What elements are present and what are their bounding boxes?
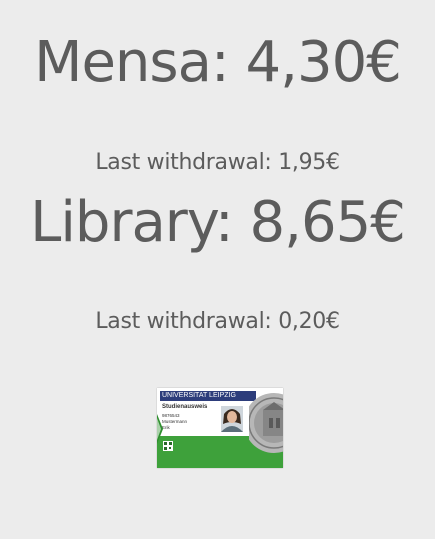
card-seal-icon	[249, 393, 283, 453]
card-university-label: UNIVERSITAT LEIPZIG	[160, 391, 256, 401]
library-last-withdrawal: Last withdrawal: 0,20€	[95, 309, 340, 334]
library-balance: Library: 8,65€	[30, 190, 406, 255]
student-id-card-icon[interactable]: UNIVERSITAT LEIPZIG Studienausweis 98765…	[157, 388, 283, 468]
qr-code-icon	[163, 441, 173, 451]
mensa-last-withdrawal: Last withdrawal: 1,95€	[95, 150, 340, 175]
card-title: Studienausweis	[162, 404, 208, 410]
mensa-balance: Mensa: 4,30€	[34, 30, 402, 95]
card-arrow-icon	[157, 414, 163, 444]
card-photo-icon	[221, 406, 243, 432]
